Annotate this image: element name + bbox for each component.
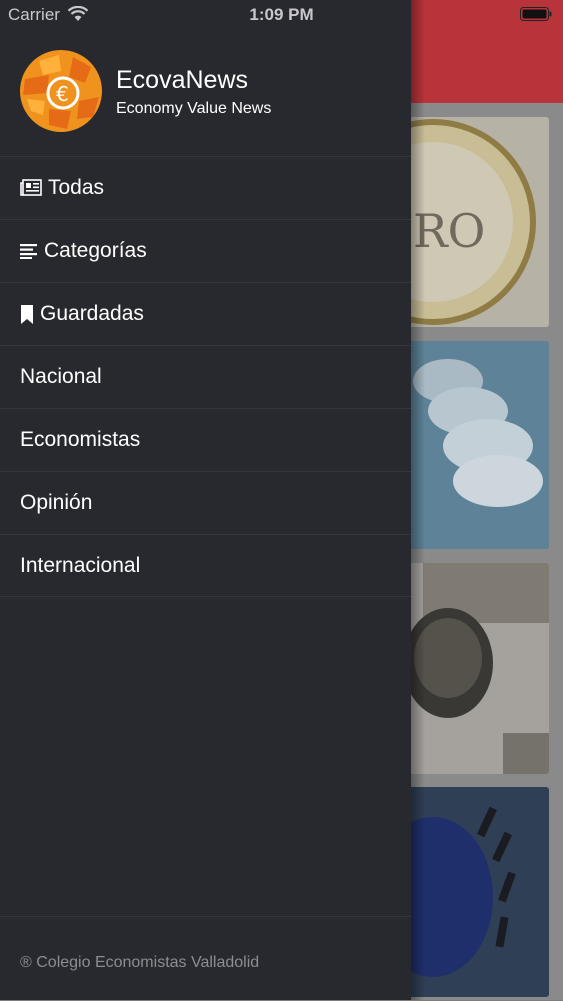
drawer-menu: Todas Categorías Guardadas Nacional Econ… [0,156,411,597]
menu-item-label: Nacional [20,365,102,388]
menu-item-economistas[interactable]: Economistas [0,408,411,471]
svg-text:€: € [56,82,69,106]
app-name: EcovaNews [116,66,248,94]
menu-item-label: Todas [48,176,105,199]
copyright-text: ® Colegio Economistas Valladolid [20,954,260,971]
menu-item-label: Opinión [20,491,93,514]
drawer-header: € EcovaNews Economy Value News [0,28,411,160]
drawer-shadow [411,0,425,1000]
list-icon [20,241,38,261]
ecova-globe-logo-icon: € [19,49,103,133]
menu-item-label: Economistas [20,428,141,451]
menu-item-label: Internacional [20,553,141,577]
newspaper-icon [20,178,42,198]
app-subtitle: Economy Value News [116,100,272,117]
status-bar: Carrier 1:09 PM [0,0,563,28]
menu-item-nacional[interactable]: Nacional [0,345,411,408]
menu-item-guardadas[interactable]: Guardadas [0,282,411,345]
menu-item-label: Guardadas [40,302,144,325]
menu-item-label: Categorías [44,239,147,262]
menu-item-categorias[interactable]: Categorías [0,219,411,282]
menu-item-internacional[interactable]: Internacional [0,534,411,597]
clock: 1:09 PM [249,5,314,24]
bookmark-icon [20,304,34,324]
navigation-drawer: € EcovaNews Economy Value News Todas Cat… [0,0,411,1000]
battery-icon [520,7,552,21]
menu-item-opinion[interactable]: Opinión [0,471,411,534]
menu-item-todas[interactable]: Todas [0,156,411,219]
drawer-footer: ® Colegio Economistas Valladolid [0,916,411,1001]
